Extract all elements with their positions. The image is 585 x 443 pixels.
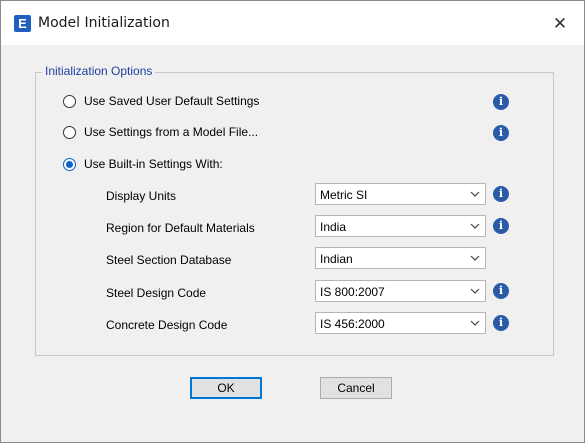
radio-button[interactable]	[63, 94, 76, 108]
close-icon[interactable]: ✕	[546, 11, 574, 37]
concrete-design-code-label: Concrete Design Code	[106, 318, 228, 332]
dropdown-value: India	[320, 220, 347, 234]
dialog-window: E Model Initialization ✕ Initialization …	[0, 0, 585, 443]
steel-section-db-label: Steel Section Database	[106, 253, 232, 267]
info-icon[interactable]: i	[493, 315, 509, 331]
dropdown-value: IS 456:2000	[320, 317, 385, 331]
info-icon[interactable]: i	[493, 283, 509, 299]
radio-label: Use Built-in Settings With:	[84, 157, 223, 171]
display-units-label: Display Units	[106, 189, 177, 203]
cancel-button[interactable]: Cancel	[320, 377, 392, 399]
radio-model-file[interactable]: Use Settings from a Model File...	[63, 124, 258, 140]
group-label: Initialization Options	[42, 64, 156, 78]
info-icon[interactable]: i	[493, 218, 509, 234]
dropdown-value: Indian	[320, 252, 353, 266]
radio-built-in-settings[interactable]: Use Built-in Settings With:	[63, 156, 223, 172]
radio-saved-user-defaults[interactable]: Use Saved User Default Settings	[63, 93, 259, 109]
dropdown-value: Metric SI	[320, 188, 368, 202]
steel-design-code-dropdown[interactable]: IS 800:2007	[315, 280, 486, 302]
display-units-dropdown[interactable]: Metric SI	[315, 183, 486, 205]
chevron-down-icon	[470, 288, 480, 294]
steel-section-db-dropdown[interactable]: Indian	[315, 247, 486, 269]
dialog-body: Initialization Options Use Saved User De…	[2, 45, 584, 442]
ok-button[interactable]: OK	[190, 377, 262, 399]
radio-label: Use Settings from a Model File...	[84, 125, 259, 139]
dropdown-value: IS 800:2007	[320, 285, 385, 299]
chevron-down-icon	[470, 191, 480, 197]
info-icon[interactable]: i	[493, 186, 509, 202]
chevron-down-icon	[470, 320, 480, 326]
initialization-options-group: Initialization Options Use Saved User De…	[35, 64, 554, 356]
info-icon[interactable]: i	[493, 125, 509, 141]
chevron-down-icon	[470, 255, 480, 261]
chevron-down-icon	[470, 223, 480, 229]
radio-label: Use Saved User Default Settings	[84, 94, 260, 108]
window-title: Model Initialization	[38, 15, 170, 31]
steel-design-code-label: Steel Design Code	[106, 286, 207, 300]
radio-button-selected[interactable]	[63, 157, 76, 171]
region-materials-label: Region for Default Materials	[106, 221, 255, 235]
etabs-app-icon: E	[14, 15, 31, 32]
radio-button[interactable]	[63, 125, 76, 139]
title-bar[interactable]: E Model Initialization ✕	[1, 1, 584, 45]
region-materials-dropdown[interactable]: India	[315, 215, 486, 237]
concrete-design-code-dropdown[interactable]: IS 456:2000	[315, 312, 486, 334]
info-icon[interactable]: i	[493, 94, 509, 110]
